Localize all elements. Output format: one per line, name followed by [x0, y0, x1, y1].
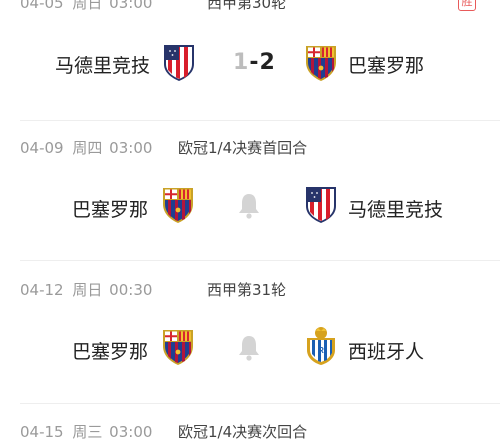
match-weekday: 周日 — [72, 281, 103, 299]
match-round: 欧冠1/4决赛次回合 — [178, 423, 308, 441]
match-date: 04-15 — [20, 423, 64, 441]
atletico-crest-icon — [162, 42, 196, 82]
match-time: 03:00 — [109, 0, 153, 12]
away-score: 2 — [259, 50, 276, 75]
match-round: 欧冠1/4决赛首回合 — [178, 139, 308, 157]
match-round: 西甲第30轮 — [207, 0, 287, 12]
result-badge: 胜 — [458, 0, 476, 11]
home-team-name: 巴塞罗那 — [72, 199, 149, 221]
score-separator: - — [249, 50, 260, 75]
match-meta: 04-12 周日 00:30 — [20, 279, 152, 300]
away-team-name: 马德里竞技 — [348, 199, 444, 221]
divider — [20, 120, 500, 121]
match-weekday: 周三 — [72, 423, 103, 441]
espanyol-crest-icon — [304, 326, 338, 366]
match-round: 西甲第31轮 — [207, 281, 287, 299]
barcelona-crest-icon — [161, 184, 195, 224]
match-date: 04-05 — [20, 0, 64, 12]
match-time: 03:00 — [109, 139, 153, 157]
match-meta: 04-05 周日 03:00 — [20, 0, 152, 13]
match-weekday: 周日 — [72, 0, 103, 12]
match-weekday: 周四 — [72, 139, 103, 157]
atletico-crest-icon — [304, 184, 338, 224]
home-team-name: 马德里竞技 — [55, 55, 151, 77]
away-team-name: 巴塞罗那 — [348, 55, 425, 77]
match-score[interactable]: 1-2 — [233, 50, 276, 75]
divider — [20, 260, 500, 261]
barcelona-crest-icon — [304, 42, 338, 82]
barcelona-crest-icon — [161, 326, 195, 366]
match-meta: 04-09 周四 03:00 — [20, 137, 152, 158]
away-team-name: 西班牙人 — [348, 341, 425, 363]
bell-icon[interactable] — [237, 334, 261, 362]
match-time: 00:30 — [109, 281, 153, 299]
match-meta: 04-15 周三 03:00 — [20, 421, 152, 442]
home-team-name: 巴塞罗那 — [72, 341, 149, 363]
match-date: 04-09 — [20, 139, 64, 157]
divider — [20, 403, 500, 404]
home-score: 1 — [233, 50, 250, 75]
match-time: 03:00 — [109, 423, 153, 441]
bell-icon[interactable] — [237, 192, 261, 220]
match-date: 04-12 — [20, 281, 64, 299]
